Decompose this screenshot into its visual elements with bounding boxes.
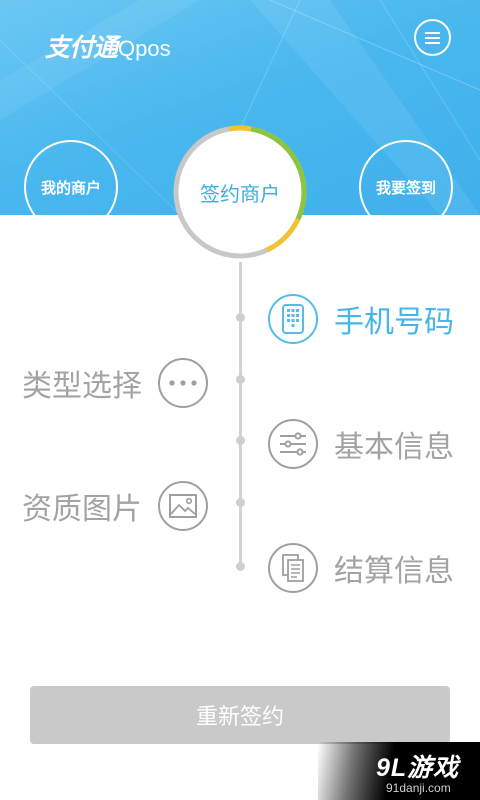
my-merchants-label: 我的商户 xyxy=(40,178,101,197)
step-basic-label: 基本信息 xyxy=(334,430,454,465)
timeline-dot xyxy=(236,313,245,322)
logo-english-text: Qpos xyxy=(118,36,171,61)
timeline-dot xyxy=(236,562,245,571)
step-basic-info[interactable]: 基本信息 xyxy=(268,419,454,469)
documents-icon xyxy=(268,543,318,593)
step-qualification-label: 资质图片 xyxy=(22,492,142,527)
phone-keypad-icon xyxy=(268,294,318,344)
site-watermark: 9L游戏 91danji.com xyxy=(318,742,480,800)
resign-button[interactable]: 重新签约 xyxy=(30,686,450,744)
step-qualification-images[interactable]: 资质图片 xyxy=(22,481,208,531)
sign-merchant-label: 签约商户 xyxy=(200,181,280,206)
step-phone-number[interactable]: 手机号码 xyxy=(268,294,454,344)
more-dots-icon xyxy=(158,358,208,408)
timeline-dot xyxy=(236,498,245,507)
sign-merchant-button[interactable]: 签约商户 xyxy=(170,122,310,262)
watermark-url-text: 91danji.com xyxy=(386,781,451,795)
step-type-label: 类型选择 xyxy=(22,369,142,404)
timeline-dot xyxy=(236,436,245,445)
hamburger-menu-icon[interactable] xyxy=(414,19,451,56)
timeline-line xyxy=(239,262,242,570)
step-settlement-info[interactable]: 结算信息 xyxy=(268,543,454,593)
watermark-main-text: 9L游戏 xyxy=(376,754,460,782)
timeline-dot xyxy=(236,375,245,384)
resign-button-label: 重新签约 xyxy=(195,705,284,730)
image-icon xyxy=(158,481,208,531)
step-type-selection[interactable]: 类型选择 xyxy=(22,358,208,408)
step-settlement-label: 结算信息 xyxy=(334,554,454,589)
sliders-icon xyxy=(268,419,318,469)
logo-chinese-text: 支付通 xyxy=(45,33,118,62)
step-phone-label: 手机号码 xyxy=(334,305,454,340)
app-logo: 支付通 Qpos xyxy=(45,28,171,64)
check-in-label: 我要签到 xyxy=(375,178,436,197)
